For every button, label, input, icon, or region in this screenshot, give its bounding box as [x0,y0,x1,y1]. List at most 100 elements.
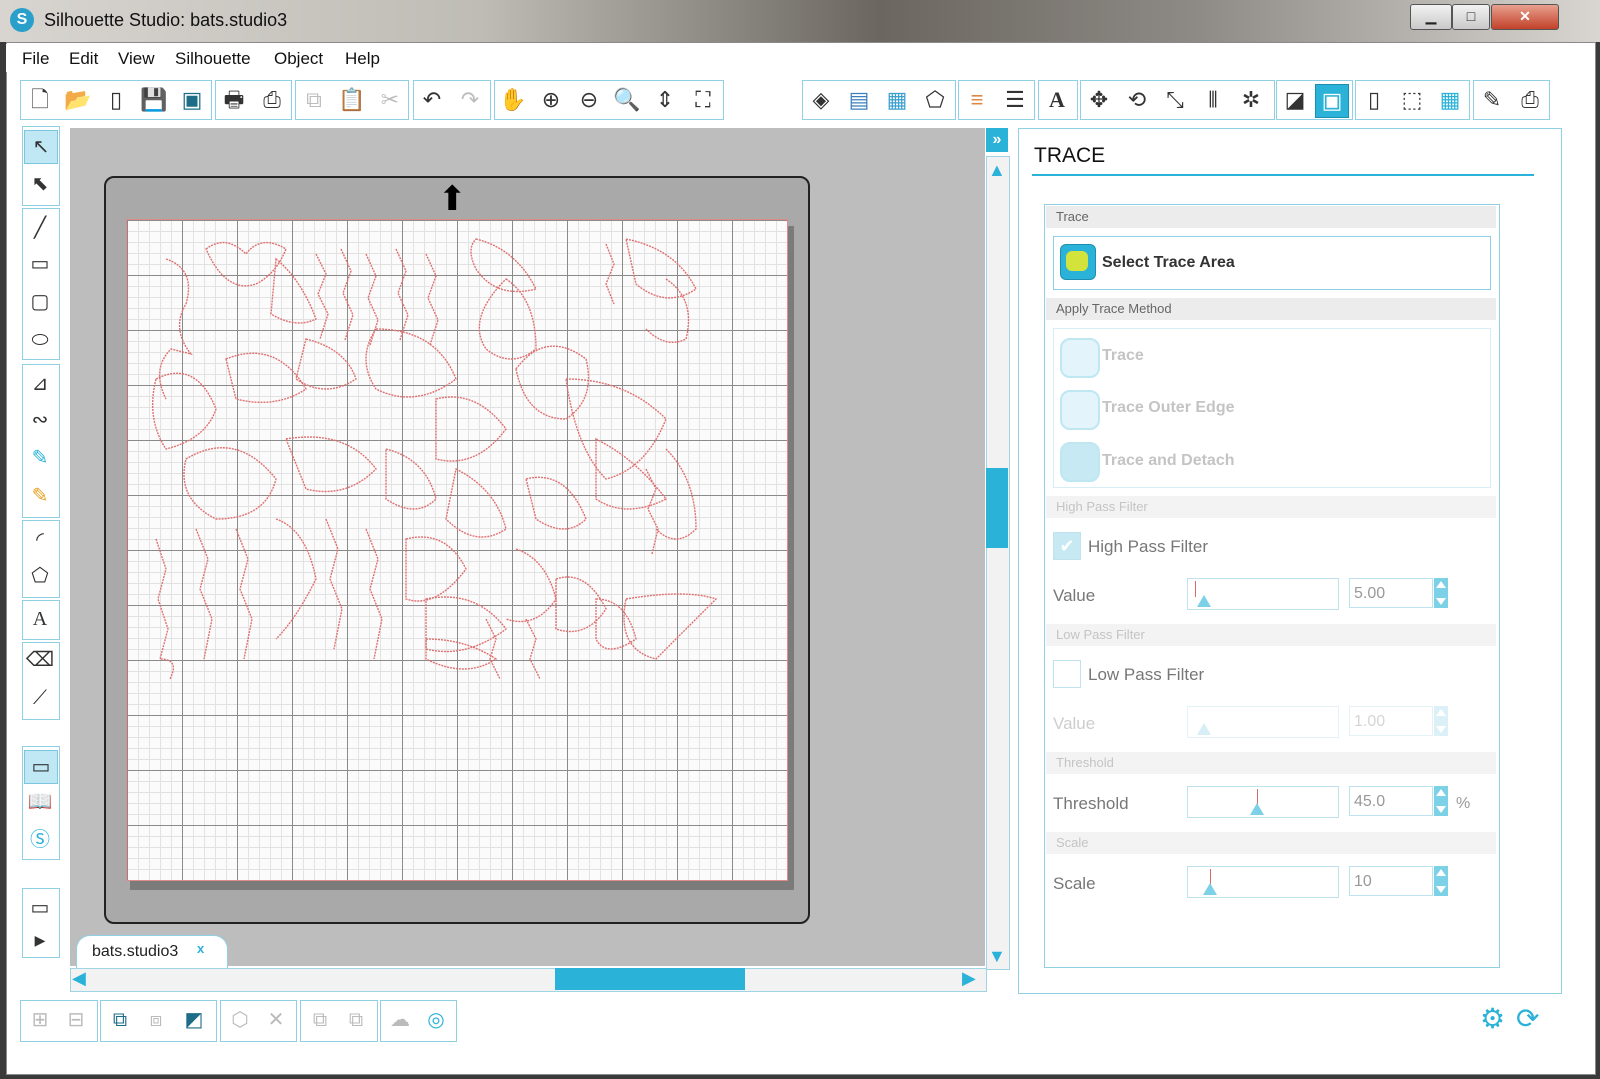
open-folder-icon[interactable]: 📂 [62,84,94,116]
zoom-selection-icon[interactable]: 🔍 [611,84,643,116]
scale-icon[interactable]: ⤡ [1159,84,1191,116]
undo-icon[interactable]: ↶ [416,84,448,116]
cut-settings-icon[interactable]: ⬚ [1396,84,1428,116]
text-style-icon[interactable]: A [1041,84,1073,116]
copy-icon[interactable]: ⧉ [298,84,330,116]
high-pass-spinner[interactable] [1434,578,1448,608]
threshold-spinner[interactable] [1434,786,1448,816]
pan-hand-icon[interactable]: ✋ [497,84,529,116]
scale-slider[interactable] [1187,866,1339,898]
polygon-draw-icon[interactable]: ⊿ [24,368,56,400]
align-icon[interactable]: ⫴ [1197,84,1229,116]
scroll-left-icon[interactable]: ◀ [72,968,86,989]
new-document-icon[interactable]: 🗋 [24,84,56,116]
select-arrow-icon[interactable]: ↖ [24,130,58,164]
compound-path-icon[interactable]: ◩ [178,1004,210,1036]
freehand-icon[interactable]: ✎ [24,442,56,474]
delete-icon[interactable]: ✕ [260,1004,292,1036]
zoom-out-icon[interactable]: ⊖ [573,84,605,116]
scroll-up-icon[interactable]: ▲ [988,160,1006,181]
cut-icon[interactable]: ✂ [374,84,406,116]
release-compound-icon[interactable]: ⧈ [140,1004,172,1036]
paste-icon[interactable]: 📋 [336,84,368,116]
online-store-icon[interactable]: Ⓢ [24,824,56,856]
trace-and-detach-icon[interactable] [1060,442,1100,482]
horizontal-scroll-thumb[interactable] [555,968,745,990]
transform-icon[interactable]: ✥ [1083,84,1115,116]
design-area-icon[interactable]: ▭ [24,750,58,784]
high-pass-value-input[interactable]: 5.00 [1349,578,1433,608]
regular-polygon-icon[interactable]: ⬠ [24,560,56,592]
make-compound-icon[interactable]: ⧉ [104,1004,136,1036]
smooth-freehand-icon[interactable]: ✎ [24,480,56,512]
play-icon[interactable]: ▶ [24,924,56,956]
save-to-library-icon[interactable]: ▣ [176,84,208,116]
shape-icon[interactable]: ☁ [384,1004,416,1036]
rectangle-icon[interactable]: ▭ [24,248,56,280]
rotate-icon[interactable]: ⟲ [1121,84,1153,116]
replicate-icon[interactable]: ✲ [1235,84,1267,116]
document-tab-close-icon[interactable]: x [197,941,204,956]
high-pass-checkbox[interactable]: ✔ [1053,532,1081,560]
threshold-slider[interactable] [1187,786,1339,818]
menu-edit[interactable]: Edit [69,49,98,69]
line-color-lines-icon[interactable]: ≡ [961,84,993,116]
ungroup-icon[interactable]: ⊟ [60,1004,92,1036]
print-icon[interactable]: 🖶 [218,84,250,116]
menu-silhouette[interactable]: Silhouette [175,49,251,69]
send-backward-icon[interactable]: ⧉ [340,1004,372,1036]
eraser-icon[interactable]: ⌫ [24,644,56,676]
collapse-panel-button[interactable]: » [986,128,1008,152]
fill-color-icon[interactable]: ◈ [805,84,837,116]
bring-forward-icon[interactable]: ⧉ [304,1004,336,1036]
threshold-value-input[interactable]: 45.0 [1349,786,1433,816]
low-pass-spinner[interactable] [1434,706,1448,736]
weld-icon[interactable]: ⬡ [224,1004,256,1036]
trace-method-trace[interactable]: Trace [1102,347,1144,365]
zoom-in-icon[interactable]: ⊕ [535,84,567,116]
threshold-slider-knob[interactable] [1250,803,1265,815]
vertical-scroll-thumb[interactable] [986,468,1008,548]
low-pass-value-input[interactable]: 1.00 [1349,706,1433,736]
offset-icon[interactable]: ◎ [420,1004,452,1036]
cutting-mat-icon[interactable]: ▯ [100,84,132,116]
trace-icon[interactable]: ▣ [1315,84,1349,118]
scale-slider-knob[interactable] [1203,883,1218,895]
low-pass-slider[interactable] [1187,706,1339,738]
trace-outer-edge-icon[interactable] [1060,390,1100,430]
fill-pattern-icon[interactable]: ▦ [881,84,913,116]
vertical-scrollbar[interactable] [986,156,1010,970]
knife-icon[interactable]: ✎ [1476,84,1508,116]
sync-icon[interactable]: ⟳ [1516,1002,1539,1035]
text-tool-icon[interactable]: A [24,603,56,635]
drag-zoom-icon[interactable]: ⇕ [649,84,681,116]
ellipse-icon[interactable]: ⬭ [24,324,56,356]
point-edit-icon[interactable]: ⬉ [24,168,56,200]
page-setup-icon[interactable]: ▯ [1358,84,1390,116]
scale-spinner[interactable] [1434,866,1448,896]
trace-method-outer-edge[interactable]: Trace Outer Edge [1102,399,1235,417]
fit-to-page-icon[interactable]: ⛶ [687,84,719,116]
trace-method-icon[interactable] [1060,338,1100,378]
grid-icon[interactable]: ▦ [1434,84,1466,116]
scroll-right-icon[interactable]: ▶ [962,968,976,989]
high-pass-slider-knob[interactable] [1196,595,1211,607]
close-window-button[interactable]: ✕ [1491,4,1559,30]
line-icon[interactable]: ╱ [24,212,56,244]
knife-tool-icon[interactable]: ⟋ [24,682,56,714]
rounded-rectangle-icon[interactable]: ▢ [24,286,56,318]
group-icon[interactable]: ⊞ [24,1004,56,1036]
menu-view[interactable]: View [118,49,155,69]
settings-gear-icon[interactable]: ⚙ [1480,1002,1505,1035]
scale-value-input[interactable]: 10 [1349,866,1433,896]
scroll-down-icon[interactable]: ▼ [988,946,1006,967]
high-pass-slider[interactable] [1187,578,1339,610]
line-style-icon[interactable]: ☰ [999,84,1031,116]
gradient-fill-icon[interactable]: ▤ [843,84,875,116]
trace-method-detach[interactable]: Trace and Detach [1102,452,1235,470]
offset-modify-icon[interactable]: ◪ [1279,84,1311,116]
show-hide-panel-icon[interactable]: ▭ [24,892,56,924]
arc-icon[interactable]: ◜ [24,524,56,556]
menu-object[interactable]: Object [274,49,323,69]
maximize-button[interactable]: □ [1452,4,1490,30]
